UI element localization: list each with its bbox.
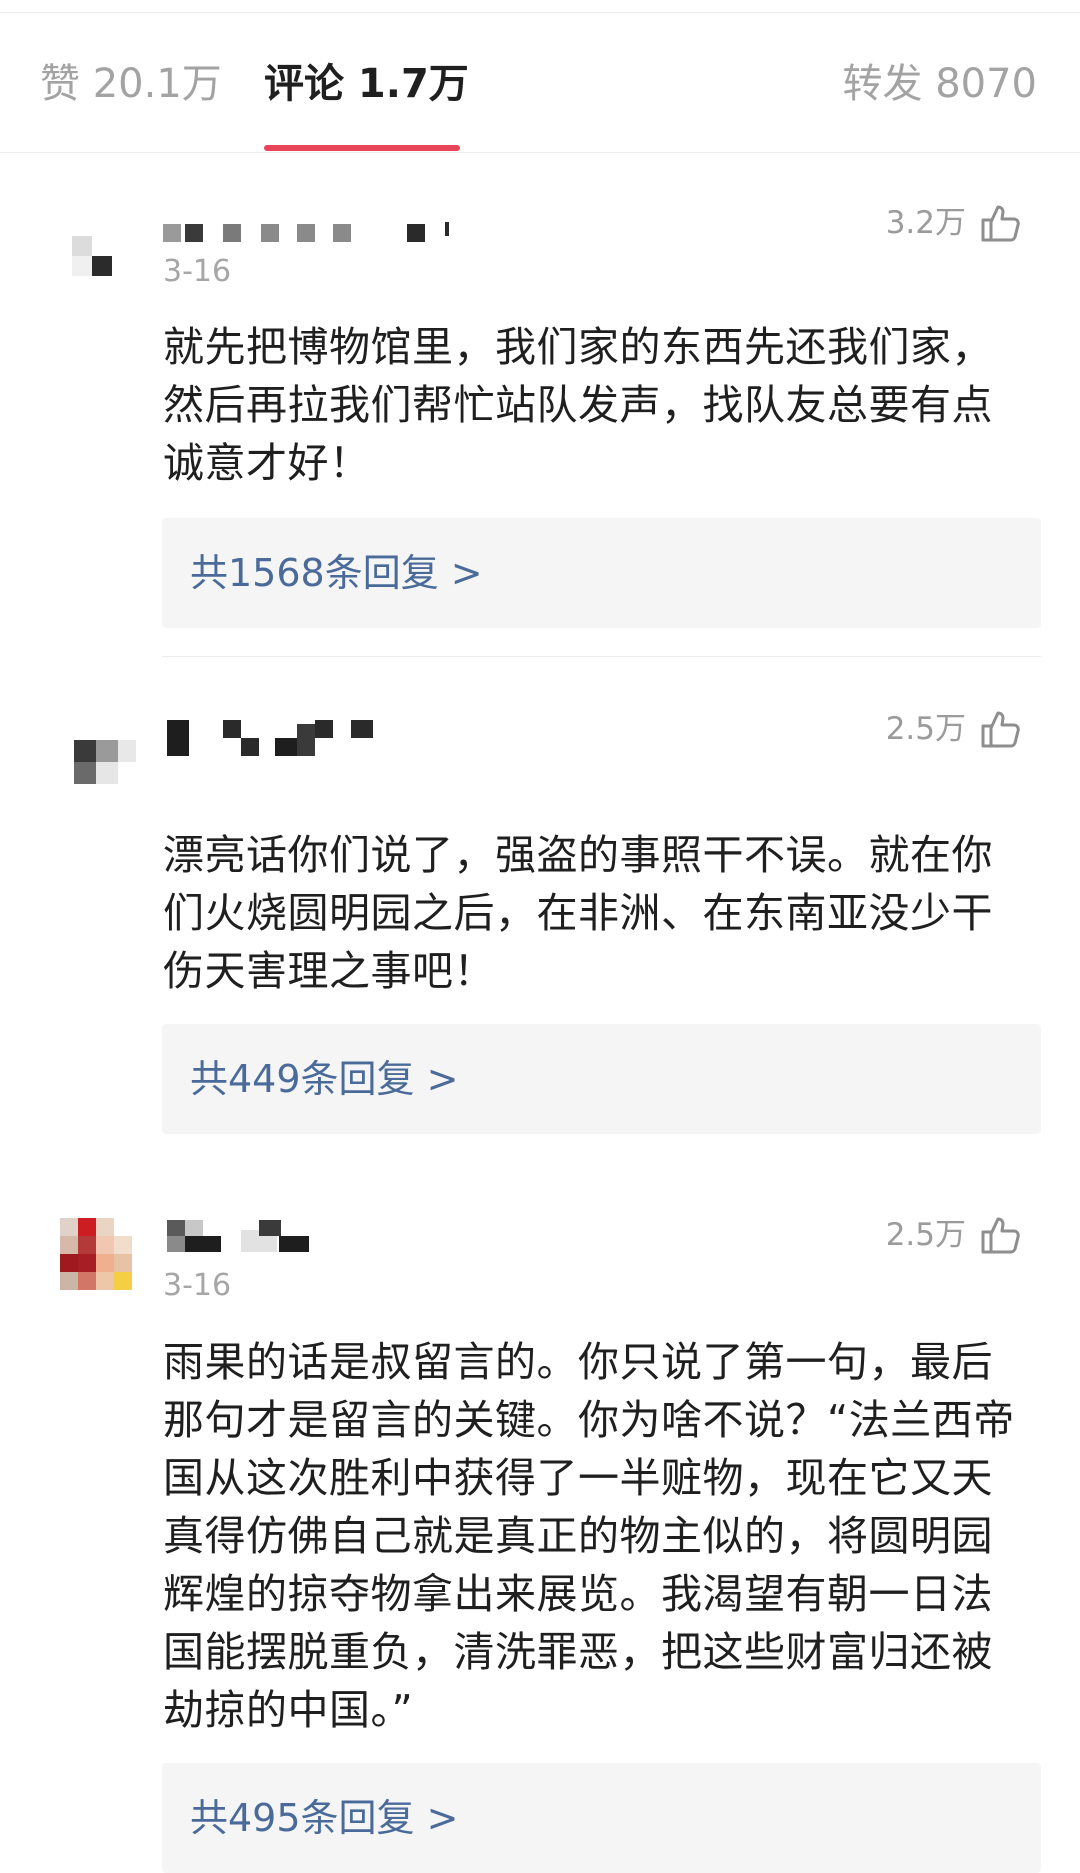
like-control[interactable]: 2.5万 [886, 704, 1022, 754]
avatar[interactable] [60, 730, 144, 814]
avatar[interactable] [60, 218, 144, 302]
username[interactable] [163, 1220, 323, 1256]
comment-text: 漂亮话你们说了，强盗的事照干不误。就在你们火烧圆明园之后，在非洲、在东南亚没少干… [163, 831, 993, 995]
divider [162, 656, 1041, 657]
avatar[interactable] [60, 1218, 144, 1302]
active-tab-indicator [264, 145, 460, 151]
like-control[interactable]: 2.5万 [886, 1210, 1022, 1260]
tab-bar: 赞 20.1万 评论 1.7万 转发 8070 [0, 0, 1080, 153]
reply-summary-box[interactable]: 共449条回复 > [162, 1024, 1041, 1134]
username[interactable] [163, 720, 393, 760]
like-count: 3.2万 [885, 205, 966, 241]
tab-comments[interactable]: 评论 1.7万 [264, 56, 469, 112]
comment-date: 3-16 [163, 1268, 232, 1303]
view-replies-link[interactable]: 共1568条回复 > [190, 550, 483, 596]
like-count: 2.5万 [885, 1217, 966, 1253]
thumbs-up-icon[interactable] [980, 708, 1022, 750]
view-replies-link[interactable]: 共449条回复 > [190, 1056, 458, 1102]
tab-reposts[interactable]: 转发 8070 [842, 56, 1037, 112]
thumbs-up-icon[interactable] [980, 202, 1022, 244]
tab-likes[interactable]: 赞 20.1万 [40, 56, 222, 112]
comment-date: 3-16 [163, 254, 232, 289]
like-control[interactable]: 3.2万 [886, 198, 1022, 248]
view-replies-link[interactable]: 共495条回复 > [190, 1795, 458, 1841]
comment-text: 雨果的话是叔留言的。你只说了第一句，最后那句才是留言的关键。你为啥不说？“法兰西… [163, 1338, 1015, 1734]
username[interactable] [163, 220, 463, 248]
like-count: 2.5万 [885, 711, 966, 747]
thumbs-up-icon[interactable] [980, 1214, 1022, 1256]
reply-summary-box[interactable]: 共1568条回复 > [162, 518, 1041, 628]
comment-text: 就先把博物馆里，我们家的东西先还我们家，然后再拉我们帮忙站队发声，找队友总要有点… [163, 323, 993, 487]
